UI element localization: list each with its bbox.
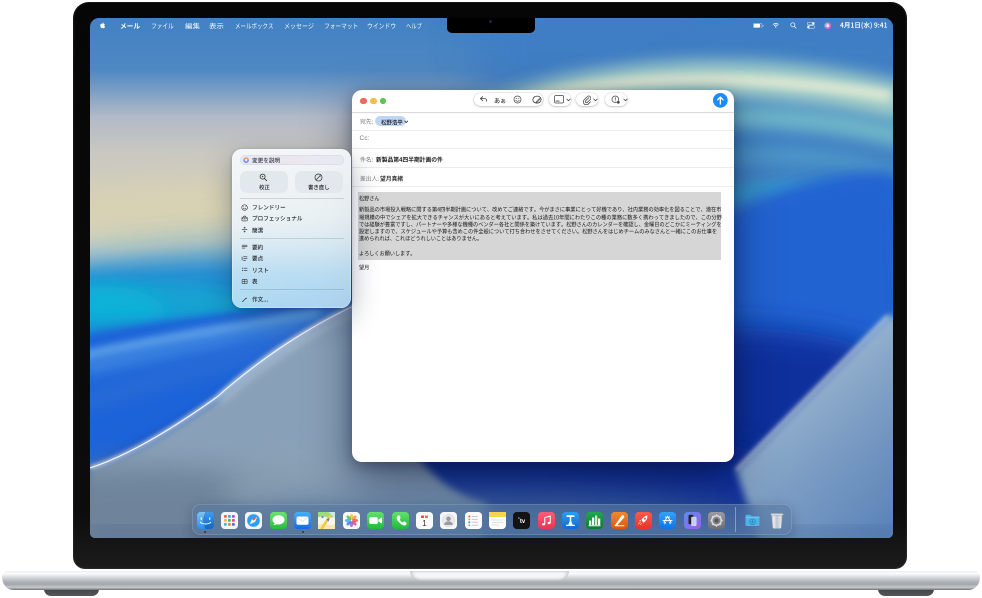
svg-text:tv: tv [520,519,526,525]
svg-text:1: 1 [422,519,427,528]
